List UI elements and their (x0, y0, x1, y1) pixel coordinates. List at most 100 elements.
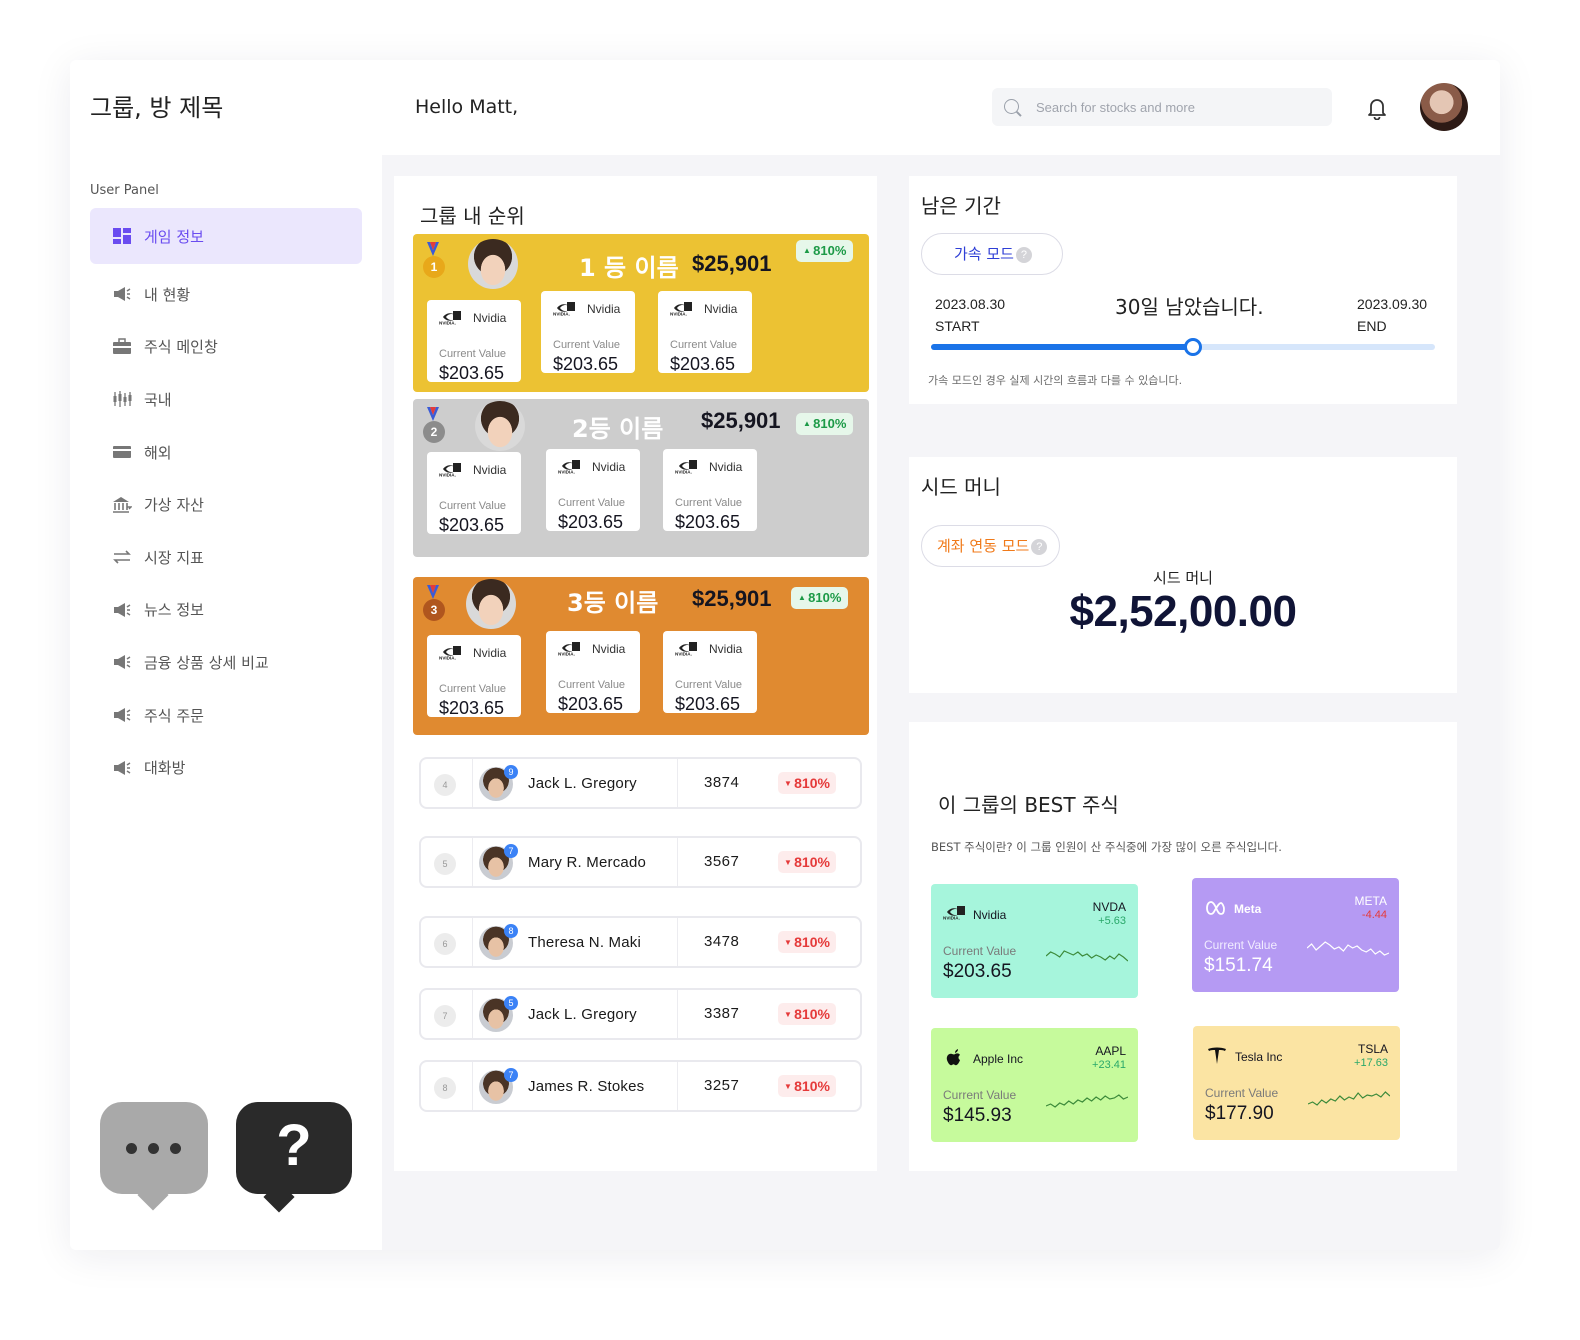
account-mode-label: 계좌 연동 모드 (937, 537, 1030, 555)
user-avatar[interactable] (1420, 83, 1468, 131)
sparkline-icon (1046, 950, 1128, 962)
best-stock-card-aapl[interactable]: Apple Inc AAPL +23.41 Current Value $145.93 (931, 1028, 1138, 1142)
sidebar-item-10[interactable]: 대화방 (90, 741, 362, 794)
rank-value: $25,901 (692, 251, 772, 276)
nvidia-logo-icon: NVIDIA. (439, 309, 463, 326)
holding-card[interactable]: NVIDIA. Nvidia Current Value $203.65 (546, 449, 640, 532)
app-window: 그룹, 방 제목 Hello Matt, User Panel 게임 정보내 현… (70, 60, 1500, 1250)
change-badge: 810% (778, 851, 836, 873)
help-icon[interactable]: ? (1031, 539, 1048, 555)
sidebar-item-0[interactable]: 게임 정보 (90, 208, 362, 264)
stock-label: Current Value (1205, 1086, 1279, 1100)
divider (677, 990, 678, 1038)
holding-name: Nvidia (473, 646, 507, 660)
megaphone-icon (112, 653, 132, 671)
account-mode-button[interactable]: 계좌 연동 모드? (921, 525, 1060, 567)
avatar (466, 579, 516, 629)
level-badge: 9 (504, 765, 518, 779)
holding-price: $203.65 (558, 694, 624, 714)
sparkline-icon (1046, 1094, 1128, 1108)
holding-card[interactable]: NVIDIA. Nvidia Current Value $203.65 (427, 300, 521, 383)
sidebar-item-2[interactable]: 주식 메인창 (90, 321, 362, 374)
rank-card-3[interactable]: 3 3등 이름 $25,901 810% NVIDIA. Nvidia Current Va… (413, 577, 869, 735)
medal-icon: 1 (423, 242, 445, 278)
sidebar-item-label: 뉴스 정보 (144, 601, 204, 620)
svg-text:NVIDIA.: NVIDIA. (675, 470, 692, 475)
main-content: 그룹 내 순위 1 1 등 이름 $25,901 810% NVIDIA. Nvidia C… (382, 155, 1500, 1250)
help-icon[interactable]: ? (1015, 247, 1032, 263)
stock-change: -4.44 (1361, 909, 1387, 921)
sidebar-item-label: 주식 메인창 (144, 338, 218, 357)
table-row[interactable]: 8 7 James R. Stokes 3257 810% (419, 1060, 862, 1112)
best-stock-card-tsla[interactable]: Tesla Inc TSLA +17.63 Current Value $177.90 (1193, 1026, 1400, 1140)
apple-logo-icon (943, 1048, 967, 1068)
holding-card[interactable]: NVIDIA. Nvidia Current Value $203.65 (427, 635, 521, 718)
chat-bubble-icon[interactable] (100, 1102, 208, 1211)
sidebar-item-9[interactable]: 주식 주문 (90, 689, 362, 742)
megaphone-icon (112, 285, 132, 303)
table-row[interactable]: 7 5 Jack L. Gregory 3387 810% (419, 988, 862, 1040)
holding-name: Nvidia (704, 302, 738, 316)
sidebar-item-5[interactable]: 가상 자산 (90, 478, 362, 531)
best-stock-card-nvda[interactable]: NVIDIA. Nvidia NVDA +5.63 Current Value $203.… (931, 884, 1138, 998)
help-bubble-icon[interactable]: ? (236, 1102, 352, 1213)
bell-icon[interactable] (1366, 96, 1388, 120)
rank-number: 8 (434, 1077, 456, 1099)
stock-change: +23.41 (1092, 1059, 1126, 1071)
sidebar-item-8[interactable]: 금융 상품 상세 비교 (90, 636, 362, 689)
stock-label: Current Value (943, 944, 1017, 958)
rank-card-2[interactable]: 2 2등 이름 $25,901 810% NVIDIA. Nvidia Current Va… (413, 399, 869, 557)
search-box[interactable] (992, 88, 1332, 126)
holding-card[interactable]: NVIDIA. Nvidia Current Value $203.65 (663, 631, 757, 714)
holding-price: $203.65 (675, 694, 741, 714)
greeting: Hello Matt, (415, 96, 519, 118)
accel-mode-button[interactable]: 가속 모드? (921, 233, 1063, 275)
rank-value: $25,901 (701, 408, 781, 433)
table-row[interactable]: 5 7 Mary R. Mercado 3567 810% (419, 836, 862, 888)
medal-icon: 2 (423, 407, 445, 443)
sidebar-item-4[interactable]: 해외 (90, 426, 362, 479)
sidebar-item-3[interactable]: 국내 (90, 373, 362, 426)
best-desc: BEST 주식이란? 이 그룹 인원이 산 주식중에 가장 많이 오른 주식입니… (931, 840, 1282, 854)
holding-card[interactable]: NVIDIA. Nvidia Current Value $203.65 (541, 291, 635, 374)
rank-card-1[interactable]: 1 1 등 이름 $25,901 810% NVIDIA. Nvidia Current V… (413, 234, 869, 392)
member-score: 3567 (704, 853, 740, 870)
member-name: Jack L. Gregory (528, 1006, 637, 1023)
holding-card[interactable]: NVIDIA. Nvidia Current Value $203.65 (546, 631, 640, 714)
holding-name: Nvidia (709, 642, 743, 656)
holding-card[interactable]: NVIDIA. Nvidia Current Value $203.65 (663, 449, 757, 532)
member-name: Theresa N. Maki (528, 934, 642, 951)
holding-price: $203.65 (675, 512, 741, 532)
level-badge: 5 (504, 996, 518, 1010)
sidebar-item-6[interactable]: 시장 지표 (90, 531, 362, 584)
divider (472, 759, 473, 807)
holding-card[interactable]: NVIDIA. Nvidia Current Value $203.65 (427, 452, 521, 535)
sidebar-item-label: 해외 (144, 443, 172, 462)
stock-ticker: NVDA (1092, 900, 1126, 914)
level-badge: 7 (504, 1068, 518, 1082)
table-row[interactable]: 4 9 Jack L. Gregory 3874 810% (419, 757, 862, 809)
change-badge: 810% (796, 413, 854, 435)
nvidia-logo-icon: NVIDIA. (943, 904, 967, 924)
level-badge: 8 (504, 924, 518, 938)
holding-price: $203.65 (553, 354, 619, 374)
search-input[interactable] (1036, 88, 1316, 126)
nvidia-logo-icon: NVIDIA. (675, 458, 699, 475)
best-stock-card-meta[interactable]: Meta META -4.44 Current Value $151.74 (1192, 878, 1399, 992)
change-badge: 810% (778, 1003, 836, 1025)
svg-text:NVIDIA.: NVIDIA. (439, 473, 456, 478)
level-badge: 7 (504, 844, 518, 858)
nvidia-logo-icon: NVIDIA. (558, 458, 582, 475)
remaining-text: 30일 남았습니다. (1115, 295, 1264, 319)
table-row[interactable]: 6 8 Theresa N. Maki 3478 810% (419, 916, 862, 968)
holding-card[interactable]: NVIDIA. Nvidia Current Value $203.65 (658, 291, 752, 374)
tesla-logo-icon (1205, 1046, 1229, 1066)
start-date: 2023.08.30 (935, 296, 1006, 312)
sidebar-item-1[interactable]: 내 현황 (90, 268, 362, 321)
avatar (468, 239, 518, 289)
sidebar-item-label: 내 현황 (144, 285, 191, 304)
period-progress-handle[interactable] (1184, 338, 1203, 356)
member-score: 3387 (704, 1005, 740, 1022)
sidebar-item-7[interactable]: 뉴스 정보 (90, 584, 362, 637)
briefcase-icon (112, 338, 132, 356)
